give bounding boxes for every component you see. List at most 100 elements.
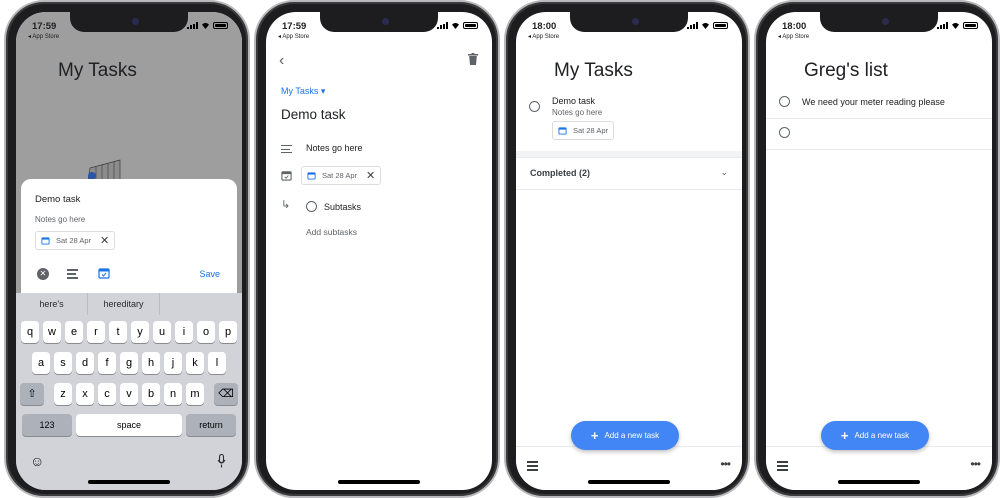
add-task-button[interactable]: + Add a new task (821, 421, 929, 450)
key[interactable]: l (208, 352, 226, 374)
key[interactable]: b (142, 383, 160, 405)
space-key[interactable]: space (76, 414, 182, 436)
status-time: 17:59 (32, 21, 57, 32)
phone-screen-1: 17:59 ◂ App Store My Tasks Demo task Not… (16, 12, 242, 490)
key[interactable]: f (98, 352, 116, 374)
signal-icon (687, 22, 698, 29)
key[interactable]: s (54, 352, 72, 374)
microphone-icon[interactable] (217, 454, 226, 468)
task-title[interactable]: Demo task (281, 107, 346, 122)
clear-date-icon[interactable]: ✕ (100, 234, 109, 247)
key[interactable]: d (76, 352, 94, 374)
task-title[interactable]: Demo task (552, 96, 595, 106)
key[interactable]: i (175, 321, 193, 343)
suggestion[interactable]: here's (16, 293, 88, 315)
back-to-app-store[interactable]: ◂ App Store (778, 33, 809, 40)
menu-icon[interactable] (777, 461, 788, 473)
key[interactable]: g (120, 352, 138, 374)
key[interactable]: r (87, 321, 105, 343)
key[interactable]: o (197, 321, 215, 343)
task-checkbox-icon[interactable] (779, 96, 790, 107)
emoji-icon[interactable]: ☺ (30, 453, 44, 469)
notch (320, 12, 438, 32)
key[interactable]: q (21, 321, 39, 343)
back-to-app-store[interactable]: ◂ App Store (278, 33, 309, 40)
phone-frame-2: 17:59 ◂ App Store ‹ My Tasks ▾ Demo task… (254, 0, 500, 498)
task-title[interactable]: We need your meter reading please (802, 97, 945, 107)
task-title-input[interactable]: Demo task (35, 194, 80, 205)
suggestion[interactable] (160, 293, 232, 315)
key[interactable]: z (54, 383, 72, 405)
numbers-key[interactable]: 123 (22, 414, 72, 436)
calendar-icon (281, 171, 292, 181)
key[interactable]: m (186, 383, 204, 405)
back-to-app-store[interactable]: ◂ App Store (528, 33, 559, 40)
notes-input[interactable]: Notes go here (35, 215, 85, 224)
keyboard-row-4: 123 space return (16, 414, 242, 436)
details-icon[interactable] (67, 269, 78, 281)
battery-icon (963, 22, 978, 29)
trash-icon[interactable] (468, 53, 478, 65)
key[interactable]: w (43, 321, 61, 343)
wifi-icon (702, 22, 709, 29)
shift-key[interactable]: ⇧ (20, 383, 44, 405)
completed-section-toggle[interactable]: Completed (2) (530, 168, 590, 178)
notes-icon (281, 145, 292, 154)
key[interactable]: v (120, 383, 138, 405)
key[interactable]: x (76, 383, 94, 405)
return-key[interactable]: return (186, 414, 236, 436)
list-selector-label: My Tasks (281, 86, 319, 96)
calendar-icon[interactable] (98, 267, 110, 279)
more-options-icon[interactable]: ••• (970, 457, 981, 471)
key[interactable]: n (164, 383, 182, 405)
divider (516, 157, 742, 158)
notch (570, 12, 688, 32)
signal-icon (437, 22, 448, 29)
add-task-label: Add a new task (604, 431, 660, 440)
date-chip[interactable]: Sat 28 Apr (552, 121, 615, 140)
key[interactable]: p (219, 321, 237, 343)
suggestion[interactable]: hereditary (88, 293, 160, 315)
key[interactable]: t (109, 321, 127, 343)
key[interactable]: k (186, 352, 204, 374)
add-subtasks-button[interactable]: Add subtasks (306, 227, 357, 237)
status-icons (937, 22, 978, 29)
task-notes[interactable]: Notes go here (306, 143, 363, 153)
key[interactable]: u (153, 321, 171, 343)
key[interactable]: y (131, 321, 149, 343)
task-checkbox-icon[interactable] (779, 127, 790, 138)
status-time: 18:00 (782, 21, 807, 32)
key[interactable]: j (164, 352, 182, 374)
menu-icon[interactable] (527, 461, 538, 473)
add-task-button[interactable]: + Add a new task (571, 421, 679, 450)
plus-icon: + (840, 428, 849, 443)
back-to-app-store[interactable]: ◂ App Store (28, 33, 59, 40)
notch (820, 12, 938, 32)
home-indicator (838, 480, 920, 484)
clear-date-icon[interactable]: ✕ (366, 169, 375, 182)
back-arrow-icon[interactable]: ‹ (279, 52, 284, 70)
key[interactable]: e (65, 321, 83, 343)
battery-icon (463, 22, 478, 29)
task-notes: Notes go here (552, 108, 603, 117)
sheet-toolbar: ✕ Save (21, 265, 237, 285)
phone-frame-3: 18:00 ◂ App Store My Tasks Demo task Not… (504, 0, 750, 498)
chevron-down-icon[interactable]: ⌄ (720, 167, 728, 178)
home-indicator (88, 480, 170, 484)
task-checkbox-icon[interactable] (529, 101, 540, 112)
date-chip[interactable]: Sat 28 Apr ✕ (301, 166, 382, 185)
subtask-checkbox-icon[interactable] (306, 201, 317, 212)
date-chip[interactable]: Sat 28 Apr ✕ (35, 231, 116, 250)
backspace-key[interactable]: ⌫ (214, 383, 238, 405)
phone-frame-4: 18:00 ◂ App Store Greg's list We need yo… (754, 0, 1000, 498)
key[interactable]: a (32, 352, 50, 374)
new-task-sheet: Demo task Notes go here Sat 28 Apr ✕ ✕ S… (21, 179, 237, 293)
home-indicator (588, 480, 670, 484)
list-selector[interactable]: My Tasks ▾ (281, 86, 325, 97)
key[interactable]: h (142, 352, 160, 374)
wifi-icon (952, 22, 959, 29)
key[interactable]: c (98, 383, 116, 405)
cancel-icon[interactable]: ✕ (37, 268, 49, 280)
save-button[interactable]: Save (199, 269, 220, 279)
more-options-icon[interactable]: ••• (720, 457, 731, 471)
